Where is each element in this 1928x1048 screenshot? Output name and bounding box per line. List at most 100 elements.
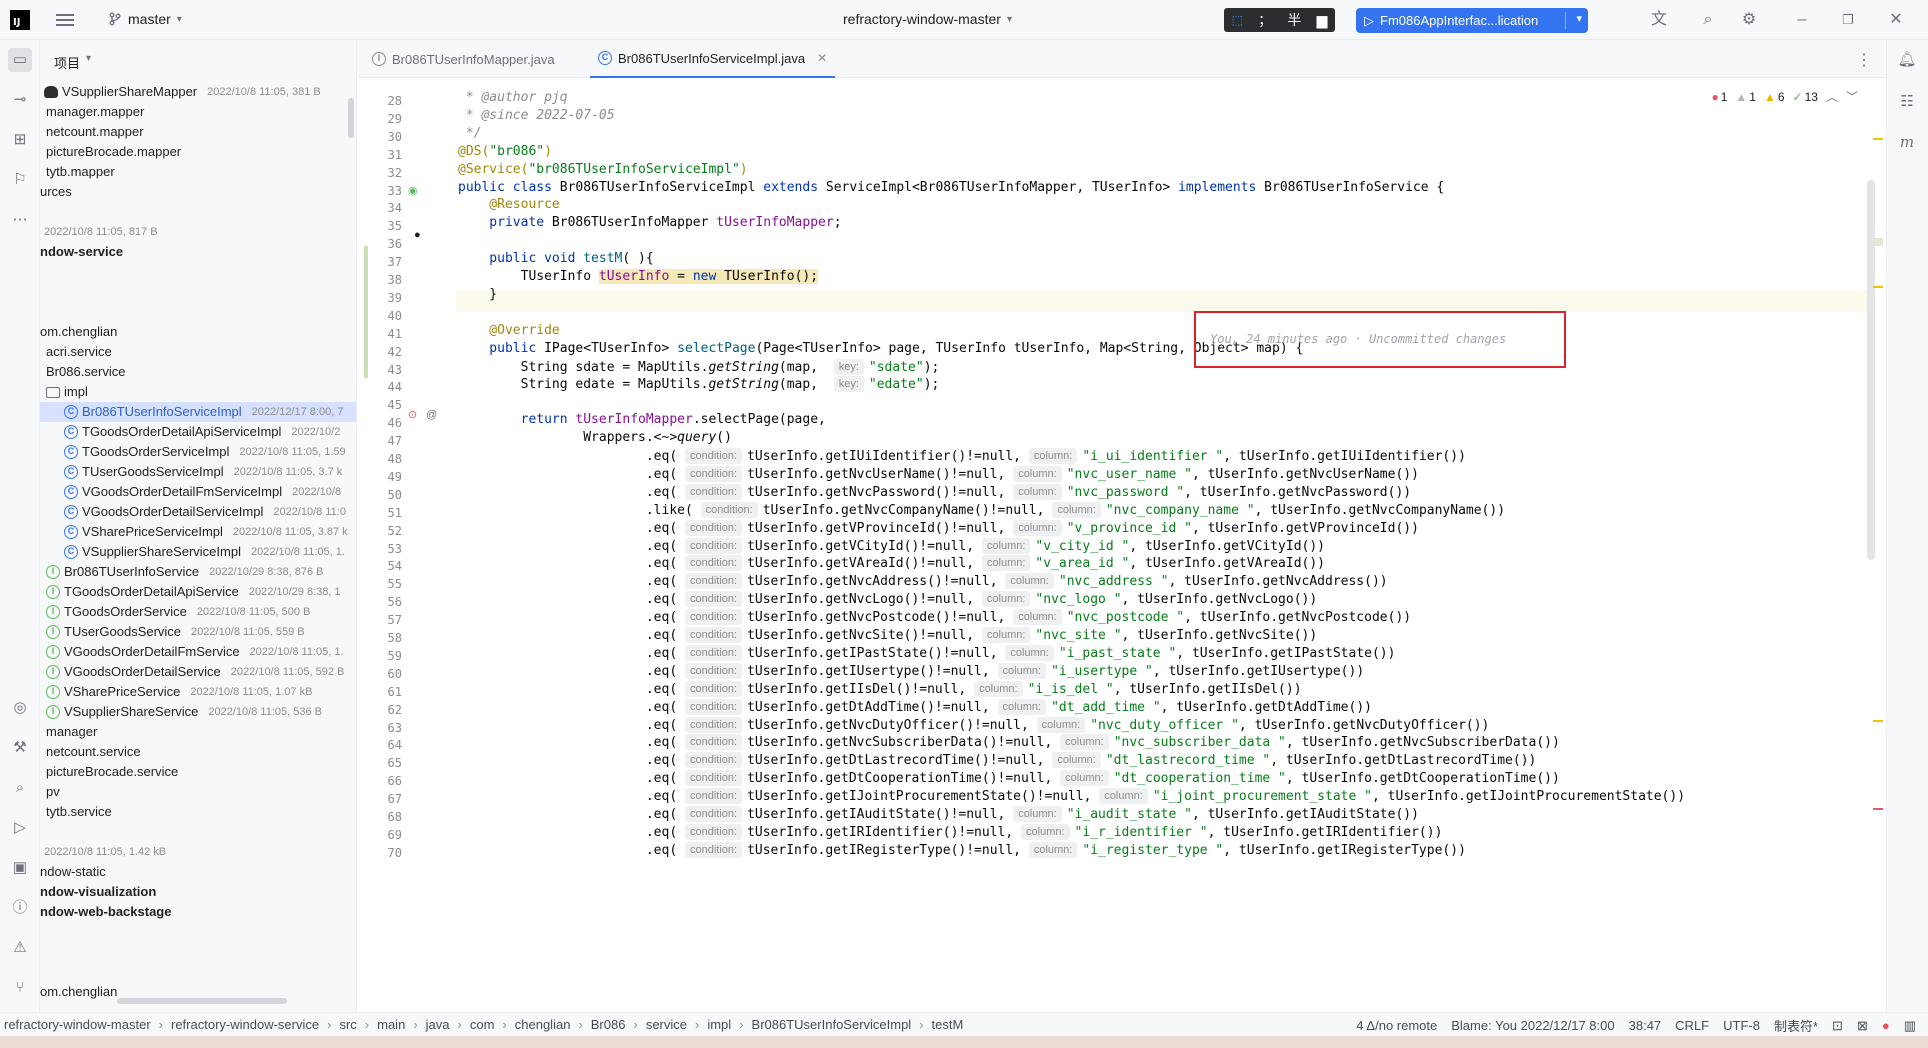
tree-item[interactable]: C TGoodsOrderServiceImpl 2022/10/8 11:05, … bbox=[64, 442, 346, 462]
notifications-icon[interactable]: 🔔︎ bbox=[1895, 48, 1919, 72]
implements-gutter-icon[interactable]: ◉ bbox=[408, 180, 418, 202]
tree-item[interactable]: I TGoodsOrderService 2022/10/8 11:05, 500 … bbox=[46, 602, 310, 622]
chevron-down-icon[interactable]: ﹀ bbox=[1846, 88, 1858, 105]
chevron-down-icon[interactable]: ▾ bbox=[1576, 12, 1582, 25]
tree-item[interactable]: manager.mapper bbox=[46, 102, 144, 122]
intellij-logo-icon[interactable]: IJ bbox=[10, 10, 30, 30]
tree-item[interactable]: C VGoodsOrderDetailServiceImpl 2022/10/8 1… bbox=[64, 502, 346, 522]
tree-item[interactable]: ndow-visualization bbox=[40, 882, 156, 902]
maximize-icon[interactable]: ❐ bbox=[1838, 10, 1858, 30]
tree-item[interactable]: urces bbox=[40, 182, 72, 202]
tree-item[interactable]: pictureBrocade.service bbox=[46, 762, 178, 782]
breadcrumb-item[interactable]: service bbox=[646, 1017, 687, 1032]
chevron-up-icon[interactable]: ︿ bbox=[1826, 88, 1838, 105]
close-icon[interactable]: ✕ bbox=[1886, 10, 1906, 30]
find-icon[interactable]: ⌕ bbox=[8, 776, 32, 800]
vcs-status[interactable]: 4 Δ/no remote bbox=[1356, 1018, 1437, 1033]
breadcrumb-item[interactable]: chenglian bbox=[515, 1017, 571, 1032]
tree-item[interactable]: tytb.mapper bbox=[46, 162, 115, 182]
error-icon[interactable]: ● bbox=[1882, 1018, 1890, 1033]
code-line[interactable]: String edate = MapUtils.getString(map, k… bbox=[458, 376, 939, 398]
caret-position[interactable]: 38:47 bbox=[1629, 1018, 1662, 1033]
commit-icon[interactable]: ⊸ bbox=[8, 88, 32, 112]
project-horizontal-scrollbar[interactable] bbox=[117, 998, 287, 1004]
breadcrumb-item[interactable]: Br086 bbox=[591, 1017, 626, 1032]
breadcrumb-item[interactable]: refractory-window-service bbox=[171, 1017, 319, 1032]
code-line[interactable]: public class Br086TUserInfoServiceImpl e… bbox=[458, 180, 1444, 202]
code-line[interactable]: TUserInfo tUserInfo = new TUserInfo(); bbox=[458, 269, 819, 291]
tree-item[interactable]: C VGoodsOrderDetailFmServiceImpl 2022/10/8 bbox=[64, 482, 341, 502]
tree-item[interactable]: C VSharePriceServiceImpl 2022/10/8 11:05, … bbox=[64, 522, 348, 542]
warning-icon[interactable]: ⚠ bbox=[8, 936, 32, 960]
tree-item[interactable]: I VSharePriceService 2022/10/8 11:05, 1.07… bbox=[46, 682, 312, 702]
tree-item[interactable]: om.chenglian bbox=[40, 982, 117, 1002]
mybatis-gutter-icon[interactable]: ● bbox=[414, 224, 421, 246]
minimize-icon[interactable]: – bbox=[1792, 10, 1812, 30]
project-scrollbar[interactable] bbox=[348, 98, 354, 138]
code-line[interactable]: .eq( condition: tUserInfo.getIRegisterTyp… bbox=[458, 841, 1466, 864]
more-icon[interactable]: ⋯ bbox=[8, 208, 32, 232]
tree-item[interactable]: om.chenglian bbox=[40, 322, 117, 342]
lock-icon[interactable]: ⊡ bbox=[1832, 1018, 1843, 1034]
branch-selector[interactable]: master ▾ bbox=[108, 11, 182, 27]
tree-item[interactable]: I VGoodsOrderDetailService 2022/10/8 11:05… bbox=[46, 662, 344, 682]
override-gutter-icon[interactable]: ⊙ bbox=[408, 404, 417, 426]
annotation-gutter-icon[interactable]: @ bbox=[426, 404, 437, 426]
breadcrumb-item[interactable]: refractory-window-master bbox=[4, 1017, 151, 1032]
tree-item[interactable]: VSupplierShareMapper 2022/10/8 11:05, 381… bbox=[44, 82, 321, 102]
tree-item[interactable]: netcount.service bbox=[46, 742, 141, 762]
tree-item[interactable]: I VGoodsOrderDetailFmService 2022/10/8 11:… bbox=[46, 642, 344, 662]
breadcrumb-item[interactable]: com bbox=[470, 1017, 495, 1032]
maven-icon[interactable]: m bbox=[1895, 130, 1919, 154]
tree-item[interactable]: ndow-service bbox=[40, 242, 123, 262]
database-icon[interactable]: ☷ bbox=[1895, 90, 1919, 114]
tab-mapper[interactable]: I Br086TUserInfoMapper.java bbox=[364, 40, 563, 78]
memory-icon[interactable]: ▥ bbox=[1904, 1018, 1916, 1034]
tree-item[interactable]: ndow-static bbox=[40, 862, 106, 882]
tree-item[interactable]: pictureBrocade.mapper bbox=[46, 142, 181, 162]
blame-status[interactable]: Blame: You 2022/12/17 8:00 bbox=[1451, 1018, 1614, 1033]
inspection-widget[interactable]: ● 1 ▲ 1 ▲ 6 ✓ 13 ︿ ﹀ bbox=[1711, 88, 1858, 105]
main-menu-icon[interactable] bbox=[56, 11, 74, 29]
breadcrumb-item[interactable]: impl bbox=[707, 1017, 731, 1032]
vcs-change-marker[interactable] bbox=[364, 246, 368, 378]
indent-setting[interactable]: 制表符* bbox=[1774, 1016, 1818, 1035]
tab-service-impl[interactable]: C Br086TUserInfoServiceImpl.java ✕ bbox=[590, 40, 836, 78]
breadcrumb-item[interactable]: testM bbox=[932, 1017, 964, 1032]
problems-icon[interactable]: ⓘ bbox=[8, 896, 32, 920]
file-encoding[interactable]: UTF-8 bbox=[1723, 1018, 1760, 1033]
search-icon[interactable]: ⌕ bbox=[1698, 10, 1718, 30]
tree-item[interactable]: I TGoodsOrderDetailApiService 2022/10/29 8… bbox=[46, 582, 341, 602]
bookmark-icon[interactable]: ⚐ bbox=[8, 168, 32, 192]
services-icon[interactable]: ◎ bbox=[8, 696, 32, 720]
error-stripe[interactable] bbox=[1872, 78, 1886, 1012]
run-configuration-selector[interactable]: ▷ Fm086AppInterfac...lication ▾ bbox=[1356, 8, 1588, 33]
ime-toolbar[interactable]: ⬚ 中 ； 半 ▆ bbox=[1224, 8, 1335, 32]
tree-item[interactable]: acri.service bbox=[46, 342, 112, 362]
tree-item[interactable]: I Br086TUserInfoService 2022/10/29 8:38, 8… bbox=[46, 562, 324, 582]
project-selector[interactable]: refractory-window-master ▾ bbox=[843, 11, 1012, 27]
tree-item[interactable]: I TUserGoodsService 2022/10/8 11:05, 559 B bbox=[46, 622, 305, 642]
breadcrumb-item[interactable]: Br086TUserInfoServiceImpl bbox=[752, 1017, 912, 1032]
tree-item[interactable]: netcount.mapper bbox=[46, 122, 144, 142]
tree-item[interactable]: C TUserGoodsServiceImpl 2022/10/8 11:05, 3… bbox=[64, 462, 342, 482]
breadcrumb-item[interactable]: java bbox=[426, 1017, 450, 1032]
tree-item[interactable]: ndow-web-backstage bbox=[40, 902, 171, 922]
tree-item[interactable]: manager bbox=[46, 722, 97, 742]
terminal-icon[interactable]: ▣ bbox=[8, 856, 32, 880]
tree-item-selected[interactable]: C Br086TUserInfoServiceImpl 2022/12/17 8:0… bbox=[40, 402, 356, 422]
more-options-icon[interactable]: ⋮ bbox=[1856, 50, 1872, 70]
run-icon[interactable]: ▷ bbox=[8, 816, 32, 840]
translate-icon[interactable]: 文 bbox=[1649, 10, 1669, 30]
tree-item[interactable]: C VSupplierShareServiceImpl 2022/10/8 11:0… bbox=[64, 542, 345, 562]
build-icon[interactable]: ⚒ bbox=[8, 736, 32, 760]
tree-item[interactable]: pv bbox=[46, 782, 60, 802]
tree-item[interactable]: impl bbox=[46, 382, 88, 402]
line-separator[interactable]: CRLF bbox=[1675, 1018, 1709, 1033]
code-line[interactable]: private Br086TUserInfoMapper tUserInfoMa… bbox=[458, 215, 841, 237]
settings-gear-icon[interactable]: ⚙ bbox=[1739, 10, 1759, 30]
tree-item[interactable]: tytb.service bbox=[46, 802, 112, 822]
inspector-icon[interactable]: ⊠ bbox=[1857, 1018, 1868, 1034]
breadcrumb-item[interactable]: src bbox=[339, 1017, 356, 1032]
close-tab-icon[interactable]: ✕ bbox=[817, 51, 827, 65]
